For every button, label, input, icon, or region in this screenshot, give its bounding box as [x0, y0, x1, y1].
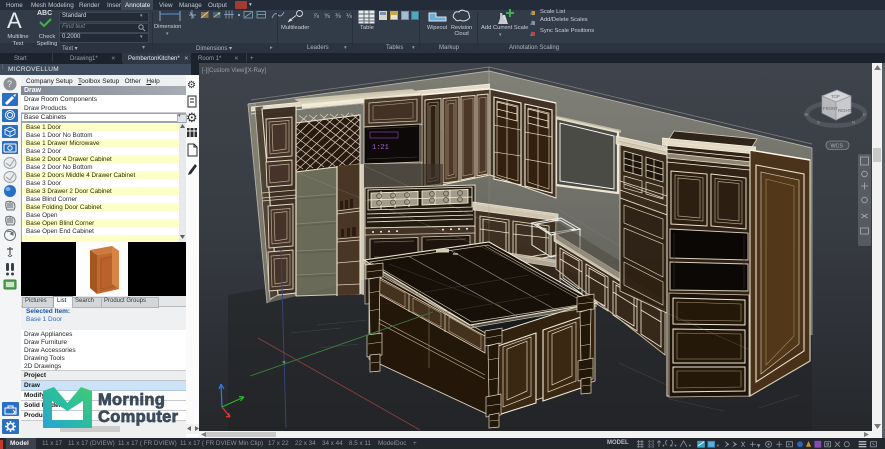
- svg-text:?: ?: [7, 79, 12, 89]
- svg-text:▾: ▾: [662, 443, 665, 448]
- svg-text:⅜: ⅜: [335, 13, 341, 20]
- svg-text:RIGHT: RIGHT: [838, 108, 852, 113]
- svg-text:▾: ▾: [689, 443, 692, 448]
- svg-text:Computer: Computer: [98, 408, 179, 426]
- svg-text:FRONT: FRONT: [823, 106, 838, 111]
- svg-text:E: E: [863, 112, 866, 117]
- svg-text:1:21: 1:21: [372, 144, 389, 152]
- svg-text:⚙: ⚙: [186, 110, 198, 125]
- svg-text:N: N: [852, 120, 855, 125]
- svg-text:▾: ▾: [717, 443, 720, 448]
- svg-text:WCS: WCS: [831, 144, 844, 150]
- svg-text:[-][Custom View][X-Ray]: [-][Custom View][X-Ray]: [202, 68, 266, 74]
- svg-text:Morning: Morning: [98, 391, 165, 409]
- svg-text:⅞: ⅞: [313, 13, 319, 20]
- svg-text:▾: ▾: [674, 443, 677, 448]
- svg-text:S: S: [817, 120, 820, 125]
- svg-text:TOP: TOP: [831, 94, 840, 99]
- svg-text:▾: ▾: [758, 443, 761, 448]
- svg-text:⅝: ⅝: [324, 13, 330, 20]
- svg-text:⚙: ⚙: [187, 80, 196, 91]
